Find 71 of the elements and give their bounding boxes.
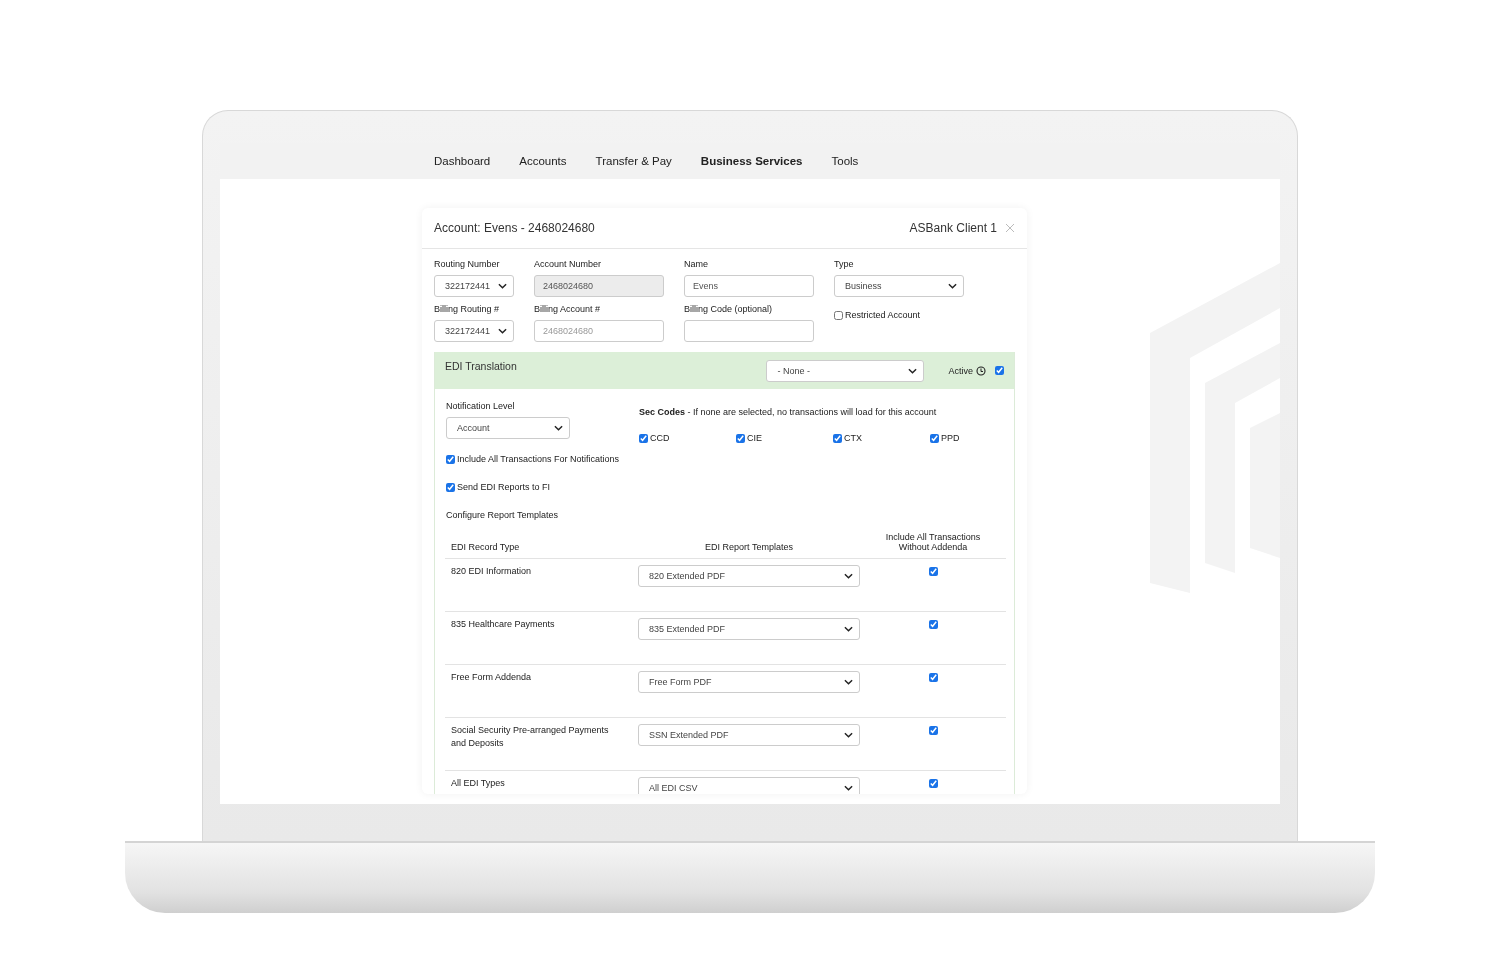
checkbox-label: CIE xyxy=(747,433,762,443)
edi-title: EDI Translation xyxy=(445,360,518,372)
caret-icon xyxy=(908,367,918,374)
caret-icon xyxy=(498,283,507,289)
column-header: Include All Transactions Without Addenda xyxy=(884,532,982,552)
info-icon xyxy=(976,365,986,376)
caret-icon xyxy=(844,785,853,791)
caret-icon xyxy=(844,626,853,632)
field-label: Billing Routing # xyxy=(434,304,501,316)
checkbox[interactable] xyxy=(833,433,842,443)
record-type: Free Form Addenda xyxy=(451,671,533,684)
field-label: Notification Level xyxy=(446,401,516,413)
checkbox[interactable] xyxy=(928,726,938,735)
checkbox[interactable] xyxy=(639,433,648,443)
field-label: Routing Number xyxy=(434,259,501,271)
checkbox[interactable] xyxy=(928,620,938,629)
checkbox[interactable] xyxy=(446,454,455,464)
section-heading: Configure Report Templates xyxy=(446,510,559,520)
column-header: EDI Report Templates xyxy=(705,542,793,552)
account-title: Account: Evens - 2468024680 xyxy=(434,221,596,235)
field-label: Billing Code (optional) xyxy=(684,304,774,316)
template-select[interactable]: All EDI CSV xyxy=(638,777,860,794)
checkbox-label: Include All Transactions For Notifications xyxy=(457,454,620,464)
nav-item[interactable]: Business Services xyxy=(700,155,803,167)
checkbox-label: Send EDI Reports to FI xyxy=(457,482,551,492)
nav-item[interactable]: Transfer & Pay xyxy=(595,155,672,167)
caret-icon xyxy=(844,573,853,579)
checkbox[interactable] xyxy=(928,567,938,576)
checkbox[interactable] xyxy=(928,673,938,682)
field-label: Account Number xyxy=(534,259,603,271)
record-type: All EDI Types xyxy=(451,777,506,790)
checkbox-label: CTX xyxy=(844,433,862,443)
select-field[interactable]: 322172441 xyxy=(434,320,514,342)
checkbox[interactable] xyxy=(834,310,843,320)
template-select[interactable]: 820 Extended PDF xyxy=(638,565,860,587)
checkbox[interactable] xyxy=(930,433,939,443)
nav-item[interactable]: Accounts xyxy=(519,155,567,167)
input-field[interactable]: 2468024680 xyxy=(534,320,664,342)
client-name: ASBank Client 1 xyxy=(909,221,997,235)
nav-item[interactable]: Tools xyxy=(831,155,859,167)
record-type: 820 EDI Information xyxy=(451,565,533,578)
column-header: EDI Record Type xyxy=(451,542,520,552)
field-label: Name xyxy=(684,259,709,271)
record-type: Social Security Pre-arranged Payments and Deposits xyxy=(451,724,610,750)
template-select[interactable]: SSN Extended PDF xyxy=(638,724,860,746)
active-label: Active xyxy=(948,365,973,376)
caret-icon xyxy=(844,679,853,685)
sec-codes-note: Sec Codes - If none are selected, no transactions will load for this account xyxy=(639,407,937,417)
field-label: Billing Account # xyxy=(534,304,602,316)
checkbox-label: PPD xyxy=(941,433,960,443)
select-field[interactable]: 322172441 xyxy=(434,275,514,297)
translation-select[interactable]: - None - xyxy=(766,359,925,382)
nav-item[interactable]: Dashboard xyxy=(434,155,491,167)
notification-select[interactable]: Account xyxy=(446,417,570,439)
template-select[interactable]: Free Form PDF xyxy=(638,671,860,693)
template-select[interactable]: 835 Extended PDF xyxy=(638,618,860,640)
caret-icon xyxy=(844,732,853,738)
checkbox[interactable] xyxy=(736,433,745,443)
record-type: 835 Healthcare Payments xyxy=(451,618,556,631)
checkbox-label: Restricted Account xyxy=(845,310,921,320)
field-label: Type xyxy=(834,259,855,271)
caret-icon xyxy=(948,283,957,289)
checkbox[interactable] xyxy=(446,482,455,492)
caret-icon xyxy=(498,328,507,334)
caret-icon xyxy=(554,425,563,431)
input-field[interactable] xyxy=(684,320,814,342)
checkbox[interactable] xyxy=(928,779,938,788)
checkbox-label: CCD xyxy=(650,433,670,443)
active-checkbox[interactable] xyxy=(995,366,1004,375)
select-field[interactable]: Business xyxy=(834,275,964,297)
input-field[interactable]: Evens xyxy=(684,275,814,297)
